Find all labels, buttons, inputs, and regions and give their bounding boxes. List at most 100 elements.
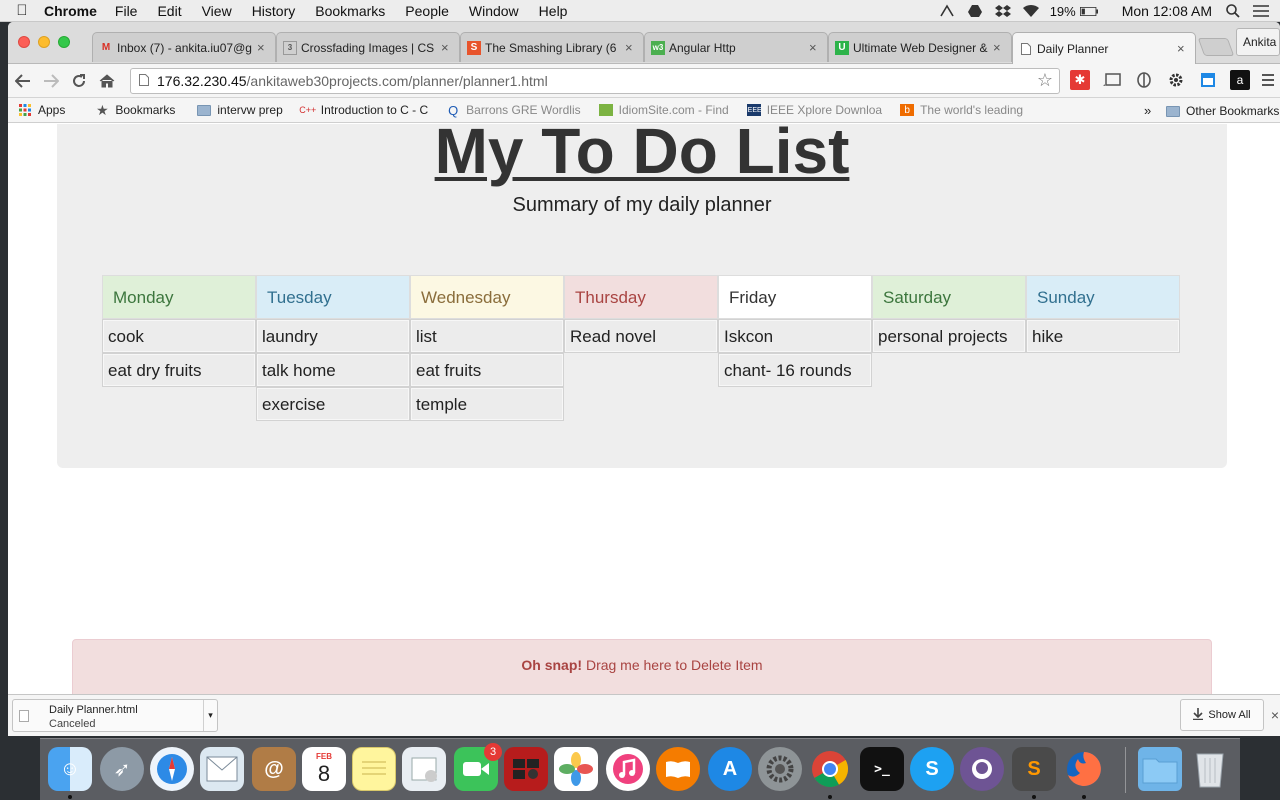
chrome-menu-icon[interactable] [1258,70,1278,90]
tab-daily-planner[interactable]: Daily Planner × [1012,32,1196,64]
address-bar[interactable]: 176.32.230.45/ankitaweb30projects.com/pl… [130,68,1060,94]
chevron-down-icon[interactable]: ▾ [203,700,217,731]
menu-help[interactable]: Help [539,3,568,19]
task-item[interactable]: laundry [256,319,410,353]
bookmark-apps[interactable]: Apps [12,103,71,117]
tab-close-icon[interactable]: × [809,40,821,55]
terminal-icon[interactable]: >_ [860,747,904,791]
calendar-icon[interactable]: FEB 8 [302,747,346,791]
reload-button[interactable] [66,68,92,94]
bookmark-bookmarks[interactable]: ★ Bookmarks [89,102,181,118]
task-item[interactable]: hike [1026,319,1180,353]
system-preferences-icon[interactable] [758,747,802,791]
spotlight-search-icon[interactable] [1224,4,1242,18]
ibooks-icon[interactable] [656,747,700,791]
dropbox-icon[interactable] [994,4,1012,18]
new-tab-button[interactable] [1197,38,1235,56]
task-item[interactable]: cook [102,319,256,353]
task-item[interactable]: temple [410,387,564,421]
downloads-folder-icon[interactable] [1138,747,1182,791]
itunes-icon[interactable] [606,747,650,791]
minimize-window-button[interactable] [38,36,50,48]
cast-icon[interactable] [1102,70,1122,90]
bookmark-intro-to-c[interactable]: C++ Introduction to C - C [295,103,434,117]
home-button[interactable] [94,68,120,94]
tab-crossfading-images[interactable]: 3 Crossfading Images | CS × [276,32,460,62]
menu-edit[interactable]: Edit [157,3,181,19]
task-item[interactable]: eat dry fruits [102,353,256,387]
apple-menu-icon[interactable]:  [0,2,44,19]
finder-icon[interactable]: ☺ [48,747,92,791]
trash-icon[interactable] [1188,747,1232,791]
reminders-icon[interactable] [402,747,446,791]
menu-history[interactable]: History [252,3,296,19]
forward-button[interactable] [38,68,64,94]
task-item[interactable]: Iskcon [718,319,872,353]
mail-icon[interactable] [200,747,244,791]
tab-ultimate-web-designer[interactable]: U Ultimate Web Designer & × [828,32,1012,62]
settings-gear-icon[interactable] [1166,70,1186,90]
ghostery-icon[interactable] [1134,70,1154,90]
google-drive-icon[interactable] [966,4,984,18]
download-item[interactable]: Daily Planner.html Canceled ▾ [12,699,218,732]
close-window-button[interactable] [18,36,30,48]
facetime-icon[interactable]: 3 [454,743,502,791]
tab-close-icon[interactable]: × [1177,41,1189,56]
tab-angular-http[interactable]: w3 Angular Http × [644,32,828,62]
bookmark-barrons-gre[interactable]: Q Barrons GRE Wordlis [440,103,586,118]
tab-gmail[interactable]: M Inbox (7) - ankita.iu07@g × [92,32,276,62]
tab-close-icon[interactable]: × [441,40,453,55]
firefox-icon[interactable] [1062,747,1106,791]
skype-icon[interactable]: S [910,747,954,791]
launchpad-icon[interactable]: ➶ [100,747,144,791]
photo-booth-icon[interactable] [504,747,548,791]
page-scrollbar[interactable] [1273,124,1280,694]
bookmark-idiomsite[interactable]: IdiomSite.com - Find [593,103,735,117]
bookmark-intervw-prep[interactable]: intervw prep [191,103,288,117]
menubar-clock[interactable]: Mon 12:08 AM [1122,3,1212,19]
tab-close-icon[interactable]: × [257,40,269,55]
photos-icon[interactable] [554,747,598,791]
airdrop-icon[interactable] [938,4,956,18]
chrome-icon[interactable] [808,747,852,791]
menu-app-name[interactable]: Chrome [44,3,97,19]
task-item[interactable]: exercise [256,387,410,421]
wifi-icon[interactable] [1022,4,1040,18]
menu-window[interactable]: Window [469,3,519,19]
bookmark-ieee-xplore[interactable]: IEEE IEEE Xplore Downloa [741,103,888,117]
tab-smashing-library[interactable]: S The Smashing Library (6 × [460,32,644,62]
show-all-downloads-button[interactable]: Show All [1180,699,1264,731]
back-button[interactable] [10,68,36,94]
bookmarks-overflow-icon[interactable]: » [1144,103,1151,118]
task-item[interactable]: talk home [256,353,410,387]
profile-button[interactable]: Ankita [1236,28,1280,56]
menu-file[interactable]: File [115,3,138,19]
sublime-text-icon[interactable]: S [1012,747,1056,791]
close-shelf-icon[interactable]: × [1271,707,1279,723]
app-store-icon[interactable]: A [708,747,752,791]
menu-bookmarks[interactable]: Bookmarks [315,3,385,19]
contacts-icon[interactable]: @ [252,747,296,791]
bookmark-worlds-leading[interactable]: b The world's leading [894,103,1029,117]
tab-close-icon[interactable]: × [625,40,637,55]
tab-close-icon[interactable]: × [993,40,1005,55]
battery-icon[interactable] [1079,4,1098,18]
page-info-icon[interactable] [131,73,157,89]
task-item[interactable]: Read novel [564,319,718,353]
task-item[interactable]: personal projects [872,319,1026,353]
amazon-extension-icon[interactable]: a [1230,70,1250,90]
task-item[interactable]: list [410,319,564,353]
delete-drop-zone[interactable]: Oh snap! Drag me here to Delete Item [72,639,1212,694]
other-bookmarks[interactable]: Other Bookmarks [1160,104,1280,118]
menu-people[interactable]: People [405,3,449,19]
screen-capture-icon[interactable] [1198,70,1218,90]
safari-icon[interactable] [150,747,194,791]
notes-icon[interactable] [352,747,396,791]
task-item[interactable]: chant- 16 rounds [718,353,872,387]
menu-view[interactable]: View [202,3,232,19]
task-item[interactable]: eat fruits [410,353,564,387]
zoom-window-button[interactable] [58,36,70,48]
github-icon[interactable] [960,747,1004,791]
bookmark-star-icon[interactable]: ☆ [1037,70,1053,91]
lastpass-extension-icon[interactable]: ✱ [1070,70,1090,90]
